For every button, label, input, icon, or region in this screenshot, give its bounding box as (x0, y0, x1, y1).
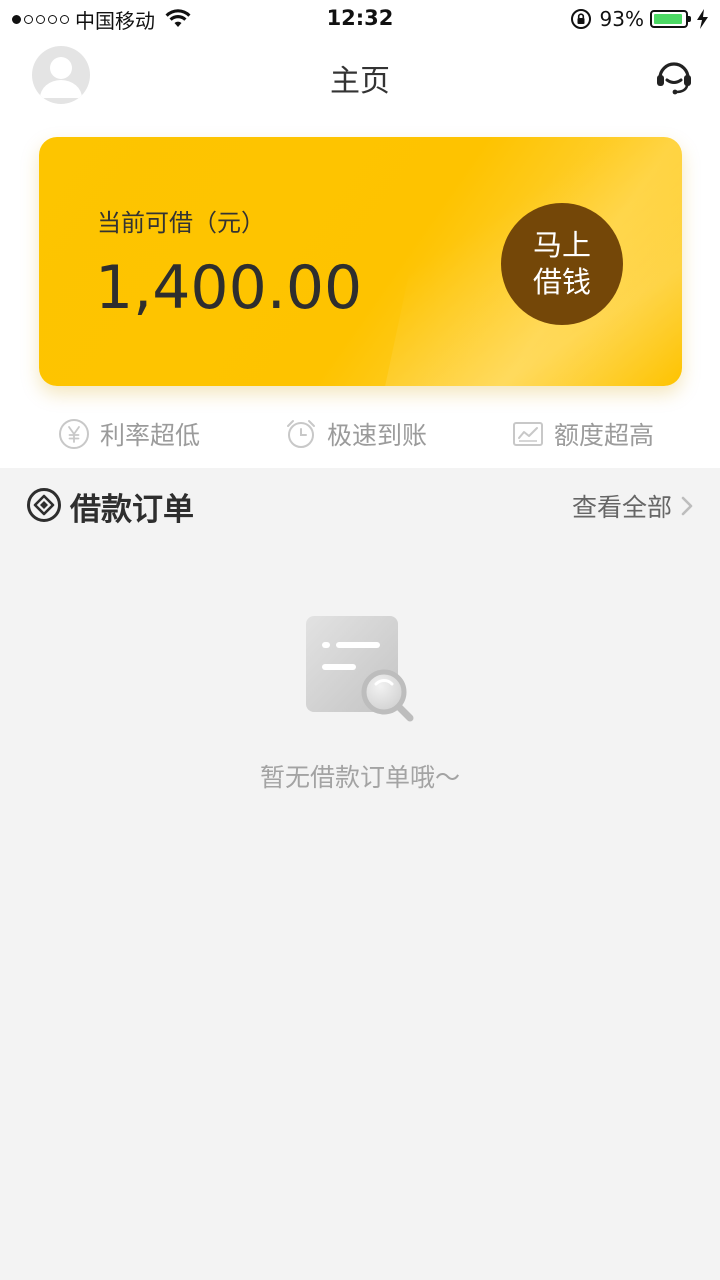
borrow-button-line2: 借钱 (532, 265, 591, 299)
view-all-link[interactable]: 查看全部 (572, 488, 694, 524)
borrow-now-button[interactable]: 马上 借钱 (501, 203, 623, 325)
feature-label: 利率超低 (100, 421, 201, 450)
page-title: 主页 (330, 64, 390, 99)
feature-label: 极速到账 (327, 421, 428, 450)
chevron-right-icon (681, 496, 693, 516)
chart-line-icon (513, 422, 543, 446)
customer-service-headset-icon[interactable] (654, 56, 694, 96)
alarm-clock-icon (287, 420, 315, 448)
available-limit-amount: 1,400.00 (95, 253, 363, 323)
loan-orders-title: 借款订单 (70, 492, 194, 528)
battery-fill (654, 14, 682, 24)
nav-bar: 主页 (0, 38, 720, 112)
battery-icon (650, 10, 691, 28)
diamond-circle-icon (27, 488, 61, 522)
available-limit-label: 当前可借（元） (97, 209, 265, 237)
loan-orders-header: 借款订单 查看全部 (0, 468, 720, 544)
empty-orders-message: 暂无借款订单哦～ (259, 763, 460, 792)
feature-high-limit: 额度超高 (512, 416, 654, 452)
feature-fast-arrival: 极速到账 (285, 416, 427, 452)
feature-label: 额度超高 (554, 421, 655, 450)
rotation-lock-icon (570, 9, 591, 29)
feature-highlights: 利率超低 极速到账 额度超高 (0, 408, 720, 458)
borrow-button-line1: 马上 (532, 228, 591, 262)
status-bar: 中国移动 12:32 93% (0, 0, 720, 38)
feature-low-rate: 利率超低 (58, 416, 200, 452)
charging-bolt-icon (697, 9, 708, 29)
yen-circle-icon (59, 419, 89, 449)
empty-orders-illustration-icon (306, 616, 414, 722)
battery-percent: 93% (599, 7, 644, 31)
loan-limit-card: 当前可借（元） 1,400.00 马上 借钱 (39, 137, 682, 386)
view-all-label: 查看全部 (571, 493, 672, 522)
status-right: 93% (570, 6, 710, 32)
